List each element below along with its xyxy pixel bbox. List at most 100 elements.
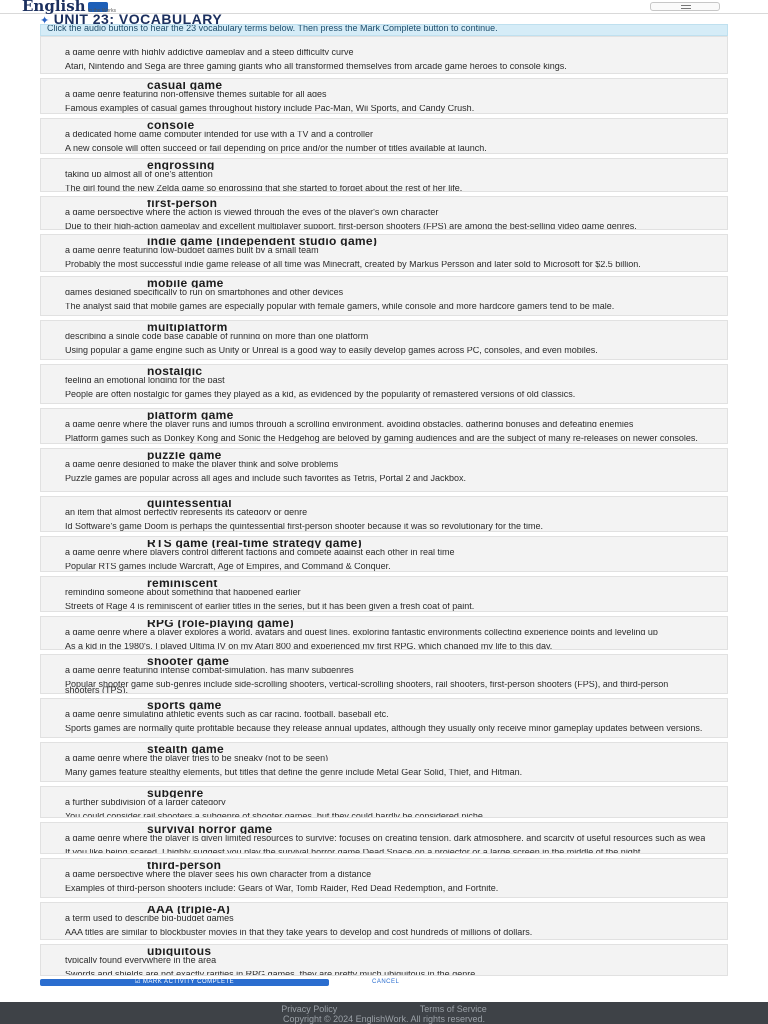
menu-button[interactable] <box>650 2 720 11</box>
vocab-entry: US ▶UK ▶first-persona game perspective w… <box>40 196 728 230</box>
vocab-entry: US ▶UK ▶mobile gamegames designed specif… <box>40 276 728 316</box>
term-audio-group: US ▶UK ▶ <box>65 826 147 832</box>
example-audio-row: US ▶UK ▶ <box>65 556 147 562</box>
example-audio-group: US ▶UK ▶ <box>65 296 147 302</box>
mark-complete-button[interactable]: ☑ MARK ACTIVITY COMPLETE <box>40 979 329 986</box>
example-audio-row: US ▶UK ▶ <box>65 138 147 144</box>
vocab-entry: US ▶UK ▶indie game (independent studio g… <box>40 234 728 272</box>
vocab-term-row: US ▶UK ▶casual game <box>65 82 222 90</box>
copyright-text: Copyright © 2024 EnglishWork. All rights… <box>282 1014 486 1024</box>
vocab-term-row: US ▶UK ▶RTS game (real-time strategy gam… <box>65 540 362 548</box>
footer-links: Privacy Policy Terms of Service <box>0 1004 768 1014</box>
vocab-term-row: US ▶UK ▶nostalgic <box>65 368 202 376</box>
vocab-term-row: US ▶UK ▶reminiscent <box>65 580 218 588</box>
vocab-term-row: US ▶UK ▶quintessential <box>65 500 232 508</box>
vocab-example: Id Software's game Doom is perhaps the q… <box>65 523 543 531</box>
example-audio-group: US ▶UK ▶ <box>65 254 147 260</box>
cancel-link[interactable]: CANCEL <box>372 979 432 986</box>
term-audio-group: US ▶UK ▶ <box>65 368 147 374</box>
example-audio-row: US ▶UK ▶ <box>65 762 147 768</box>
vocab-definition: a game genre designed to make the player… <box>65 461 339 467</box>
vocab-entry: US ▶UK ▶platform gamea game genre where … <box>40 408 728 444</box>
example-audio-group: US ▶UK ▶ <box>65 56 147 62</box>
vocab-term-row: US ▶UK ▶survival horror game <box>65 826 272 834</box>
vocab-entry: US ▶UK ▶multiplatformdescribing a single… <box>40 320 728 360</box>
vocab-definition: a game genre featuring non-offensive the… <box>65 91 327 97</box>
term-audio-group: US ▶UK ▶ <box>65 238 147 244</box>
vocab-definition: taking up almost all of one's attention <box>65 171 213 177</box>
vocab-term-row: US ▶UK ▶third-person <box>65 862 221 870</box>
vocab-example: Due to their high-action gameplay and ex… <box>65 223 637 229</box>
vocab-word: indie game (independent studio game) <box>147 238 378 246</box>
term-audio-group: US ▶UK ▶ <box>65 412 147 418</box>
vocab-definition: a game genre where players control diffe… <box>65 549 455 555</box>
vocab-entry: US ▶UK ▶ubiquitoustypically found everyw… <box>40 944 728 976</box>
vocab-entry: US ▶UK ▶a game genre with highly addicti… <box>40 36 728 74</box>
vocab-example: You could consider rail shooters a subge… <box>65 813 486 818</box>
vocab-term-row: US ▶UK ▶RPG (role-playing game) <box>65 620 294 628</box>
term-audio-group: US ▶UK ▶ <box>65 40 147 46</box>
instruction-banner: Click the audio buttons to hear the 23 v… <box>40 24 728 36</box>
action-bar: ☑ MARK ACTIVITY COMPLETE CANCEL <box>40 978 728 988</box>
term-audio-group: US ▶UK ▶ <box>65 948 147 954</box>
term-audio-group: US ▶UK ▶ <box>65 746 147 752</box>
example-audio-group: US ▶UK ▶ <box>65 216 147 222</box>
example-audio-row: US ▶UK ▶ <box>65 254 147 260</box>
term-audio-group: US ▶UK ▶ <box>65 200 147 206</box>
vocab-example: A new console will often succeed or fail… <box>65 145 487 153</box>
term-audio-group: US ▶UK ▶ <box>65 906 147 912</box>
vocab-definition: a game genre featuring low-budget games … <box>65 247 319 253</box>
vocab-term-row: US ▶UK ▶shooter game <box>65 658 229 666</box>
example-audio-group: US ▶UK ▶ <box>65 762 147 768</box>
vocab-word: third-person <box>147 862 222 870</box>
example-audio-group: US ▶UK ▶ <box>65 516 147 522</box>
term-audio-group: US ▶UK ▶ <box>65 324 147 330</box>
vocab-term-row: US ▶UK ▶ <box>65 40 147 48</box>
footer: Privacy Policy Terms of Service Copyrigh… <box>0 1002 768 1024</box>
vocab-word: casual game <box>147 82 223 90</box>
vocab-entry: US ▶UK ▶reminiscentreminding someone abo… <box>40 576 728 612</box>
vocab-term-row: US ▶UK ▶engrossing <box>65 162 215 170</box>
vocab-example: Swords and shields are not exactly rarit… <box>65 971 478 976</box>
term-audio-group: US ▶UK ▶ <box>65 500 147 506</box>
vocab-example: Probably the most successful indie game … <box>65 261 641 269</box>
vocab-example: Sports games are normally quite profitab… <box>65 725 703 733</box>
example-audio-row: US ▶UK ▶ <box>65 340 147 346</box>
example-audio-group: US ▶UK ▶ <box>65 138 147 144</box>
vocab-word: puzzle game <box>147 452 222 460</box>
vocab-word: shooter game <box>147 658 230 666</box>
example-audio-row: US ▶UK ▶ <box>65 216 147 222</box>
vocab-entry: US ▶UK ▶ puzzle gamea game genre designed… <box>40 448 728 492</box>
example-audio-row: US ▶UK ▶ <box>65 964 147 970</box>
term-audio-group: US ▶UK ▶ <box>65 658 147 664</box>
vocab-example: Streets of Rage 4 is reminiscent of earl… <box>65 603 475 611</box>
terms-of-service-link[interactable]: Terms of Service <box>420 1004 487 1014</box>
term-audio-group: US ▶UK ▶ <box>65 280 147 286</box>
vocab-term-row: US ▶UK ▶platform game <box>65 412 234 420</box>
example-audio-group: US ▶UK ▶ <box>65 384 147 390</box>
example-audio-group: US ▶UK ▶ <box>65 468 147 474</box>
vocab-word: console <box>147 122 195 130</box>
example-audio-row: US ▶UK ▶ <box>65 922 147 928</box>
vocab-definition: an item that almost perfectly represents… <box>65 509 308 515</box>
vocab-entry: US ▶UK ▶sports gamea game genre simulati… <box>40 698 728 738</box>
vocab-example: People are often nostalgic for games the… <box>65 391 576 399</box>
example-audio-row: US ▶UK ▶ <box>65 296 147 302</box>
vocab-word: ubiquitous <box>147 948 212 956</box>
vocab-word: multiplatform <box>147 324 228 332</box>
vocab-word: survival horror game <box>147 826 273 834</box>
vocab-example: If you like being scared, I highly sugge… <box>65 849 643 854</box>
vocab-definition: a dedicated home game computer intended … <box>65 131 374 137</box>
vocab-term-row: US ▶UK ▶AAA (triple-A) <box>65 906 230 914</box>
vocab-entry: US ▶UK ▶consolea dedicated home game com… <box>40 118 728 154</box>
vocab-word: first-person <box>147 200 218 208</box>
vocab-word: RTS game (real-time strategy game) <box>147 540 362 548</box>
term-audio-group: US ▶UK ▶ <box>65 580 147 586</box>
term-audio-group: US ▶UK ▶ <box>65 122 147 128</box>
vocab-example: Famous examples of casual games througho… <box>65 105 475 113</box>
vocab-definition: a game genre where the player runs and j… <box>65 421 634 427</box>
vocab-definition: games designed specifically to run on sm… <box>65 289 344 295</box>
example-audio-group: US ▶UK ▶ <box>65 674 147 680</box>
privacy-policy-link[interactable]: Privacy Policy <box>281 1004 337 1014</box>
example-audio-group: US ▶UK ▶ <box>65 842 147 848</box>
